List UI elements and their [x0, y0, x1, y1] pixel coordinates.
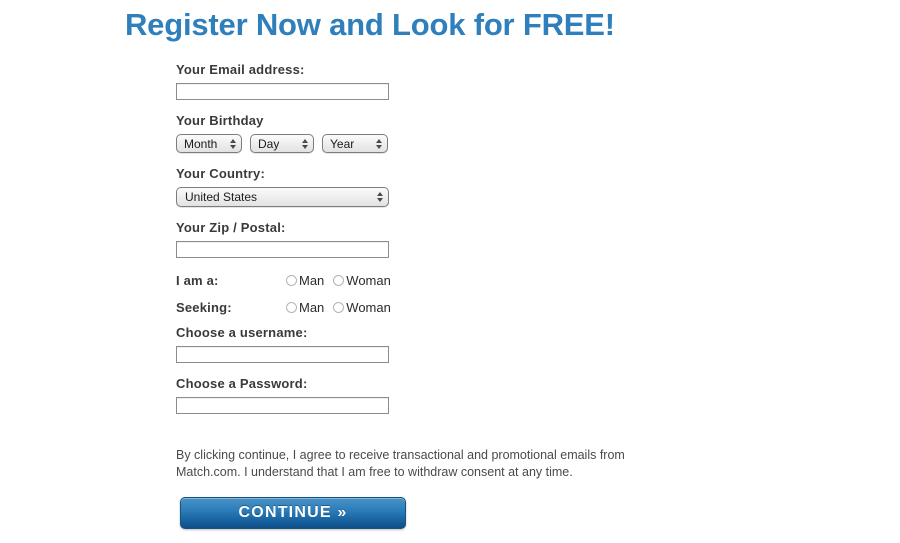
email-group: Your Email address: — [176, 62, 696, 100]
email-label: Your Email address: — [176, 62, 305, 77]
radio-icon — [286, 274, 297, 286]
country-value: United States — [185, 190, 258, 204]
username-label: Choose a username: — [176, 325, 308, 340]
birthday-select-row: Month Day Year — [176, 134, 696, 153]
password-label: Choose a Password: — [176, 376, 308, 391]
zip-label: Your Zip / Postal: — [176, 220, 286, 235]
page-title: Register Now and Look for FREE! — [125, 7, 615, 42]
password-group: Choose a Password: — [176, 376, 696, 414]
registration-page: Register Now and Look for FREE! Your Ema… — [0, 0, 900, 543]
stepper-arrows-icon — [377, 192, 383, 202]
registration-form: Your Email address: Your Birthday Month … — [176, 62, 696, 427]
stepper-arrows-icon — [376, 138, 382, 149]
birthday-group: Your Birthday Month Day Year — [176, 113, 696, 153]
radio-icon — [333, 274, 345, 286]
birth-day-value: Day — [258, 136, 280, 151]
birth-day-select[interactable]: Day — [250, 134, 314, 153]
birthday-label: Your Birthday — [176, 113, 264, 128]
username-group: Choose a username: — [176, 325, 696, 363]
consent-text: By clicking continue, I agree to receive… — [176, 448, 625, 479]
i-am-a-option-woman[interactable]: Woman — [333, 273, 391, 288]
seeking-option-man-label: Man — [299, 299, 325, 315]
i-am-a-row: I am a: Man Woman — [176, 271, 696, 289]
radio-icon — [333, 301, 345, 313]
seeking-option-woman[interactable]: Woman — [333, 300, 391, 315]
country-select[interactable]: United States — [176, 187, 389, 207]
seeking-option-woman-label: Woman — [346, 299, 391, 315]
continue-button[interactable]: CONTINUE » — [180, 497, 406, 529]
i-am-a-option-man[interactable]: Man — [286, 273, 324, 288]
radio-icon — [286, 301, 297, 313]
birth-month-select[interactable]: Month — [176, 134, 242, 153]
stepper-arrows-icon — [230, 138, 236, 149]
country-label: Your Country: — [176, 166, 266, 181]
seeking-row: Seeking: Man Woman — [176, 298, 696, 316]
email-field[interactable] — [176, 83, 389, 100]
seeking-option-man[interactable]: Man — [286, 300, 324, 315]
password-field[interactable] — [176, 397, 389, 414]
seeking-label: Seeking: — [176, 299, 232, 315]
stepper-arrows-icon — [302, 138, 308, 149]
i-am-a-option-man-label: Man — [299, 272, 325, 288]
zip-group: Your Zip / Postal: — [176, 220, 696, 258]
country-group: Your Country: United States — [176, 166, 696, 207]
zip-field[interactable] — [176, 241, 389, 258]
birth-year-select[interactable]: Year — [322, 134, 388, 153]
username-field[interactable] — [176, 346, 389, 363]
birth-month-value: Month — [184, 136, 218, 151]
i-am-a-label: I am a: — [176, 272, 219, 288]
i-am-a-option-woman-label: Woman — [346, 272, 391, 288]
birth-year-value: Year — [330, 136, 355, 151]
